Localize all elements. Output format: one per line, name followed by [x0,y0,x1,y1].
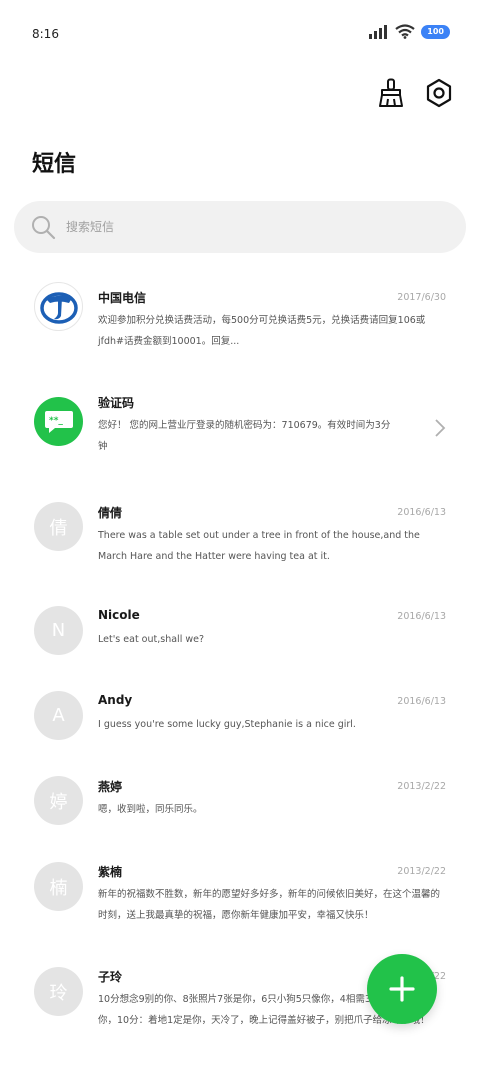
avatar: N [34,606,83,655]
conversation-name: 燕婷 [98,780,123,794]
search-icon [32,216,56,240]
svg-text:**_: **_ [49,416,63,426]
conversation-date: 2016/6/13 [397,696,446,707]
conversation-item[interactable]: **_ 验证码 您好！ 您的网上营业厅登录的随机密码为：710679。有效时间为… [0,375,480,480]
search-box[interactable] [14,201,466,253]
conversation-item[interactable]: 中国电信 2017/6/30 欢迎参加积分兑换话费活动，每500分可兑换话费5元… [0,270,480,375]
conversation-item[interactable]: A Andy 2016/6/13 I guess you're some luc… [0,670,480,755]
avatar: 玲 [34,967,83,1016]
settings-hex-icon[interactable] [424,78,454,108]
conversation-name: 紫楠 [98,865,123,879]
conversation-date: 2016/6/13 [397,611,446,622]
conversation-name: Andy [98,693,133,707]
telecom-logo-avatar [34,282,83,331]
chevron-right-icon[interactable] [434,418,446,438]
conversation-list: 中国电信 2017/6/30 欢迎参加积分兑换话费活动，每500分可兑换话费5元… [0,270,480,1050]
avatar: A [34,691,83,740]
avatar: 楠 [34,862,83,911]
conversation-preview: 欢迎参加积分兑换话费活动，每500分可兑换话费5元，兑换话费请回复106或jfd… [98,315,426,347]
status-icons: 100 [369,24,450,39]
telecom-logo-icon [39,291,78,324]
wifi-icon [395,24,415,39]
signal-icon [369,24,388,39]
broom-icon[interactable] [376,78,406,108]
verification-avatar: **_ [34,397,83,446]
conversation-date: 2013/2/22 [397,781,446,792]
conversation-name: 验证码 [98,396,135,410]
compose-button[interactable] [367,954,437,1024]
conversation-name: 倩倩 [98,506,123,520]
conversation-date: 2017/6/30 [397,292,446,303]
message-bubble-icon: **_ [44,410,73,433]
status-bar: 8:16 100 [0,0,480,60]
page-title: 短信 [32,152,77,177]
conversation-item[interactable]: 婷 燕婷 2013/2/22 嗯，收到啦，同乐同乐。 [0,755,480,840]
avatar: 倩 [34,502,83,551]
search-input[interactable] [66,220,406,234]
conversation-preview: Let's eat out,shall we? [98,634,205,645]
conversation-preview: 嗯，收到啦，同乐同乐。 [98,804,203,815]
conversation-item[interactable]: 倩 倩倩 2016/6/13 There was a table set out… [0,480,480,585]
status-time: 8:16 [32,27,59,41]
avatar: 婷 [34,776,83,825]
conversation-name: Nicole [98,608,140,622]
conversation-date: 2016/6/13 [397,507,446,518]
conversation-name: 子玲 [98,970,123,984]
plus-icon [389,976,415,1002]
top-actions [376,78,454,108]
conversation-preview: I guess you're some lucky guy,Stephanie … [98,719,356,730]
conversation-preview: There was a table set out under a tree i… [98,530,420,562]
conversation-preview: 新年的祝福数不胜数，新年的愿望好多好多，新年的问候依旧美好，在这个温馨的时刻，送… [98,889,441,921]
battery-indicator: 100 [421,24,450,39]
conversation-item[interactable]: 楠 紫楠 2013/2/22 新年的祝福数不胜数，新年的愿望好多好多，新年的问候… [0,840,480,945]
conversation-item[interactable]: N Nicole 2016/6/13 Let's eat out,shall w… [0,585,480,670]
conversation-name: 中国电信 [98,291,147,305]
conversation-date: 2013/2/22 [397,866,446,877]
conversation-preview: 您好！ 您的网上营业厅登录的随机密码为：710679。有效时间为3分钟 [98,420,391,452]
